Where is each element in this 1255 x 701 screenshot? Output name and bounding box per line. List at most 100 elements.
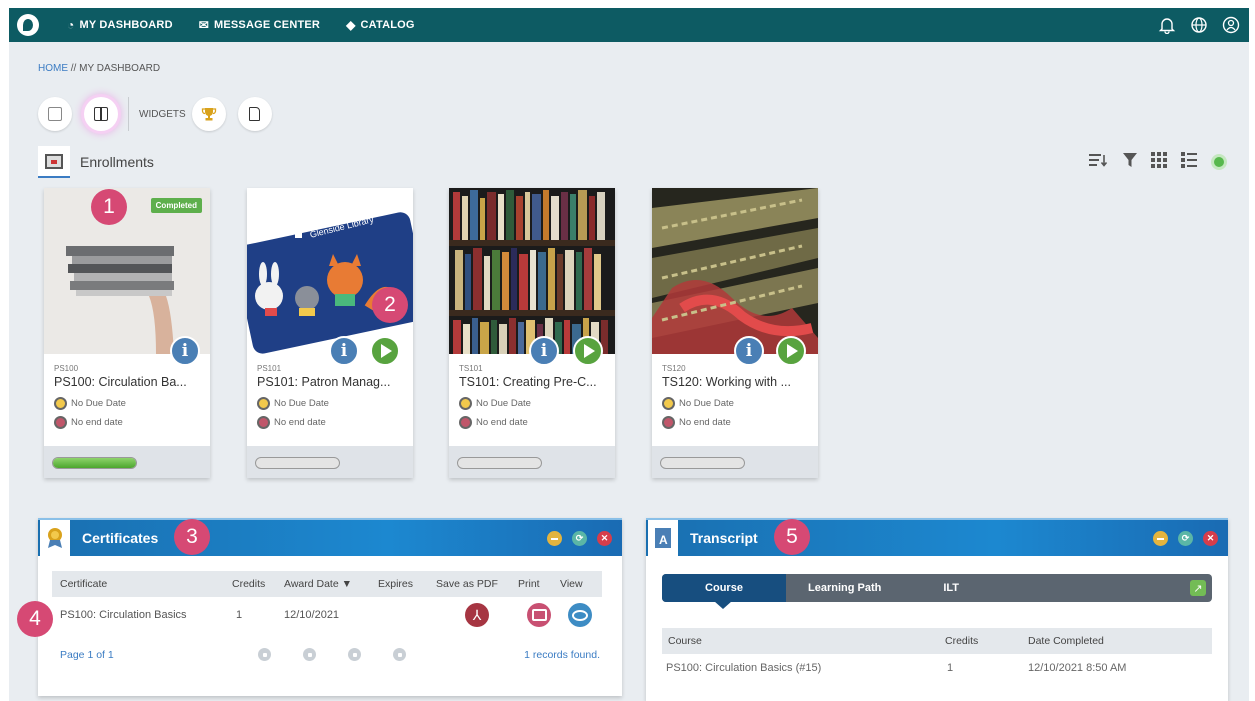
transcript-title: Transcript [690, 530, 758, 546]
user-icon[interactable] [1221, 15, 1241, 35]
column-header[interactable]: Expires [378, 578, 436, 590]
previous-page-icon[interactable] [303, 648, 316, 661]
column-header[interactable]: Credits [232, 578, 284, 590]
single-column-button[interactable] [38, 97, 72, 131]
info-icon[interactable]: i [529, 336, 559, 366]
tab-learning-path[interactable]: Learning Path [786, 574, 903, 602]
filter-icon[interactable] [1123, 152, 1137, 172]
column-header: Save as PDF [436, 578, 498, 590]
view-icon[interactable] [568, 603, 592, 627]
column-header[interactable]: Course [662, 635, 945, 647]
course-title[interactable]: PS101: Patron Manag... [257, 375, 407, 389]
enrollment-card[interactable]: Completed i PS100 PS100: Circulation Ba.… [44, 188, 210, 478]
info-icon[interactable]: i [170, 336, 200, 366]
clock-icon [54, 416, 67, 429]
course-title[interactable]: TS120: Working with ... [662, 375, 812, 389]
info-icon[interactable]: i [734, 336, 764, 366]
list-view-icon[interactable] [1181, 152, 1197, 172]
refresh-icon[interactable] [1211, 154, 1227, 170]
progress-bar [52, 457, 137, 469]
transcript-header: A Transcript ⟳ ✕ [646, 518, 1228, 556]
refresh-icon[interactable]: ⟳ [572, 531, 587, 546]
logo[interactable] [17, 14, 39, 36]
enrollments-icon [38, 146, 70, 178]
enrollment-card[interactable]: Glenside Library i PS101 PS101: Patron M… [247, 188, 413, 478]
course-code: TS120 [662, 364, 686, 373]
play-icon[interactable] [573, 336, 603, 366]
column-header: Print [518, 578, 540, 590]
trophy-icon [201, 108, 216, 121]
sort-icon[interactable] [1089, 153, 1109, 171]
globe-icon[interactable] [1189, 15, 1209, 35]
card-footer [247, 446, 413, 478]
end-date: No end date [662, 416, 731, 429]
transcript-table-header: Course Credits Date Completed [662, 628, 1212, 654]
nav-right-icons [1157, 15, 1241, 35]
print-icon[interactable] [527, 603, 551, 627]
transcript-course: PS100: Circulation Basics (#15) [666, 662, 822, 674]
callout-5: 5 [774, 519, 810, 555]
two-column-icon [94, 107, 108, 121]
nav-message-center[interactable]: ✉ MESSAGE CENTER [199, 18, 320, 32]
export-icon[interactable]: ↗ [1190, 580, 1206, 596]
table-row: PS100: Circulation Basics (#15) 1 12/10/… [662, 654, 1212, 682]
enrollment-card[interactable]: i TS101 TS101: Creating Pre-C... No Due … [449, 188, 615, 478]
transcript-date: 12/10/2021 8:50 AM [1028, 662, 1127, 674]
certificates-panel: Certificates ⟳ ✕ Certificate Credits Awa… [38, 518, 622, 696]
refresh-icon[interactable]: ⟳ [1178, 531, 1193, 546]
panel-controls: ⟳ ✕ [547, 531, 612, 546]
due-date: No Due Date [257, 397, 329, 410]
callout-1: 1 [91, 189, 127, 225]
column-header[interactable]: Date Completed [1028, 635, 1104, 647]
due-date-label: No Due Date [476, 398, 531, 409]
progress-fill [53, 458, 136, 468]
info-icon[interactable]: i [329, 336, 359, 366]
top-border [9, 0, 1249, 8]
play-icon[interactable] [776, 336, 806, 366]
grid-view-icon[interactable] [1151, 152, 1167, 172]
nav-catalog[interactable]: ◆ CATALOG [346, 18, 415, 32]
document-widget-button[interactable] [237, 97, 272, 131]
column-header[interactable]: Certificate [52, 578, 232, 590]
course-title[interactable]: PS100: Circulation Ba... [54, 375, 204, 389]
clock-icon [662, 397, 675, 410]
close-icon[interactable]: ✕ [1203, 531, 1218, 546]
tab-ilt[interactable]: ILT [903, 574, 981, 602]
card-footer [652, 446, 818, 478]
next-page-icon[interactable] [348, 648, 361, 661]
end-date-label: No end date [71, 417, 123, 428]
due-date: No Due Date [662, 397, 734, 410]
play-icon[interactable] [370, 336, 400, 366]
course-code: PS101 [257, 364, 282, 373]
clock-icon [459, 397, 472, 410]
breadcrumb-home[interactable]: HOME [38, 63, 68, 74]
transcript-panel: A Transcript ⟳ ✕ Course Learning Path IL… [646, 518, 1228, 701]
course-title[interactable]: TS101: Creating Pre-C... [459, 375, 609, 389]
progress-bar [255, 457, 340, 469]
two-column-button[interactable] [84, 97, 118, 131]
first-page-icon[interactable] [258, 648, 271, 661]
due-date: No Due Date [54, 397, 126, 410]
minimize-icon[interactable] [1153, 531, 1168, 546]
enrollments-title: Enrollments [80, 154, 154, 170]
callout-2: 2 [372, 287, 408, 323]
graduation-cap-icon: ◆ [346, 18, 356, 32]
completed-badge: Completed [150, 198, 202, 213]
bell-icon[interactable] [1157, 15, 1177, 35]
certificates-pager: Page 1 of 1 1 records found. [60, 648, 600, 661]
table-header: Certificate Credits Award Date ▼ Expires… [52, 571, 602, 597]
column-header[interactable]: Credits [945, 635, 1028, 647]
close-icon[interactable]: ✕ [597, 531, 612, 546]
enrollment-card[interactable]: i TS120 TS120: Working with ... No Due D… [652, 188, 818, 478]
last-page-icon[interactable] [393, 648, 406, 661]
certificate-award-date: 12/10/2021 [284, 609, 340, 621]
trophy-widget-button[interactable] [191, 97, 226, 131]
column-header[interactable]: Award Date ▼ [284, 578, 378, 590]
certificate-name: PS100: Circulation Basics [60, 609, 187, 621]
minimize-icon[interactable] [547, 531, 562, 546]
tab-course[interactable]: Course [662, 574, 786, 609]
toolbar-divider [128, 97, 129, 131]
clock-icon [257, 416, 270, 429]
nav-my-dashboard[interactable]: ◔ MY DASHBOARD [67, 18, 173, 32]
pdf-icon[interactable]: ⅄ [465, 603, 489, 627]
